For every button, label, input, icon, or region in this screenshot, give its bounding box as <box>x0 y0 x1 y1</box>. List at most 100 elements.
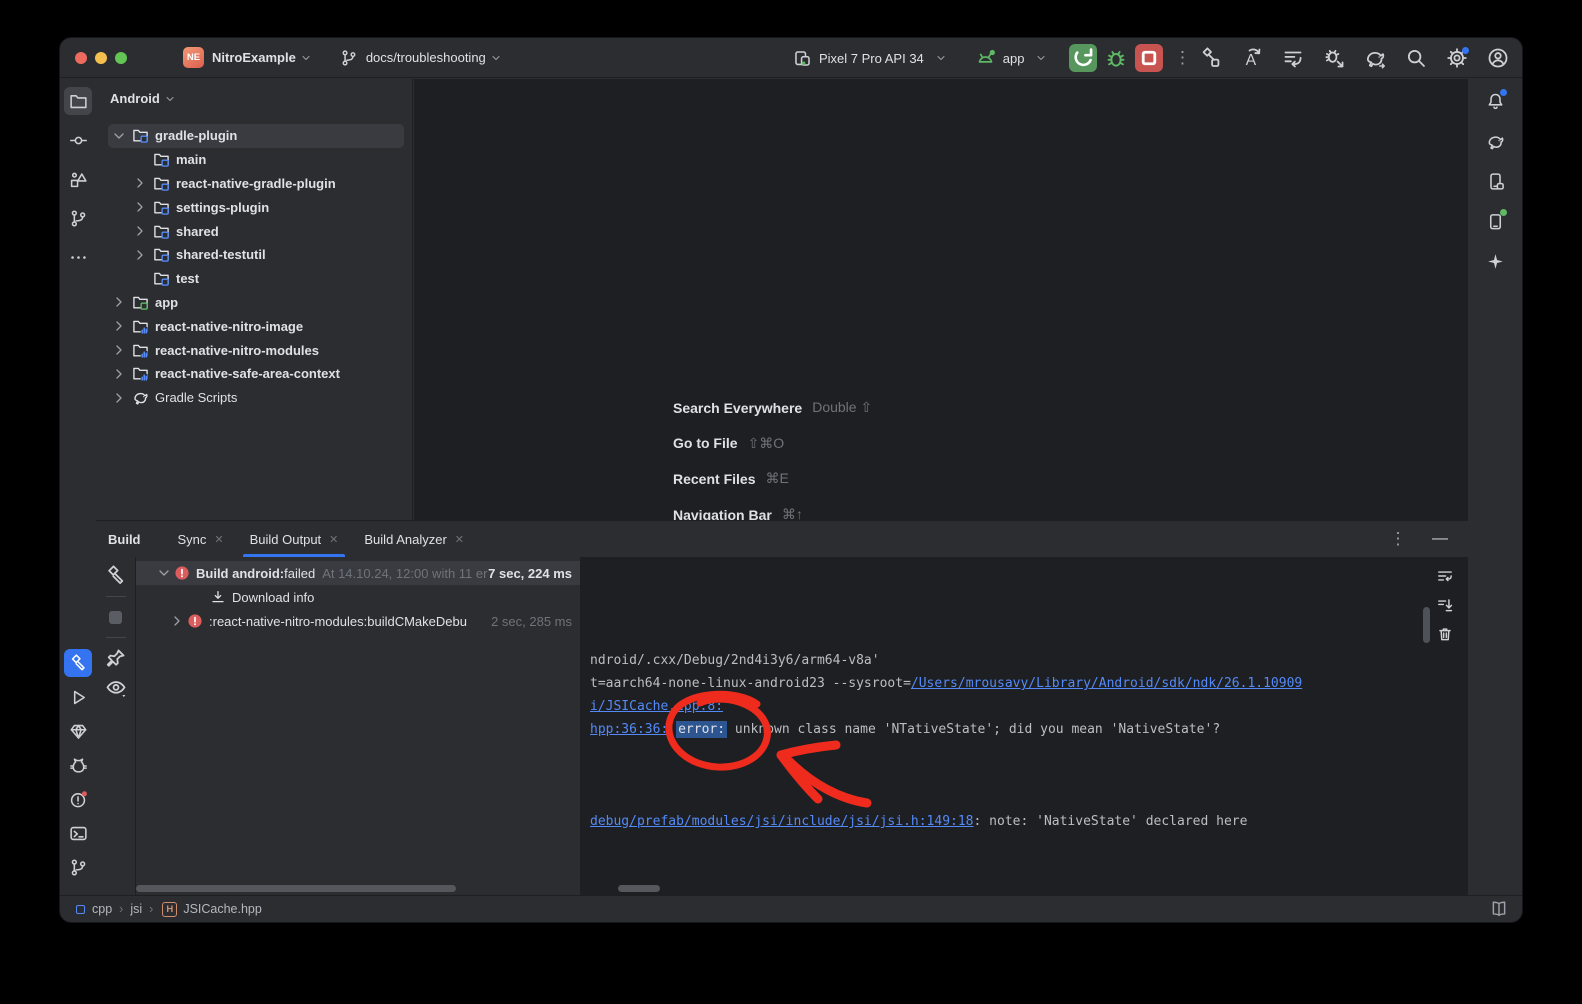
tree-item-main[interactable]: main <box>96 148 412 172</box>
chevron-right-icon[interactable] <box>132 175 148 191</box>
more-actions-icon[interactable]: ⋮ <box>1170 46 1194 70</box>
tool-stripe-pull-requests[interactable] <box>64 204 92 232</box>
chevron-right-icon[interactable] <box>132 223 148 239</box>
tool-stripe-running-devices[interactable] <box>1481 207 1509 235</box>
build-row-label: Download info <box>232 590 314 605</box>
module-icon <box>153 246 170 263</box>
console-link[interactable]: i/JSICache.cpp:8: <box>590 699 723 714</box>
console-text: t=aarch64-none-linux-android23 --sysroot… <box>590 676 911 691</box>
tool-stripe-notifications[interactable] <box>1481 87 1509 115</box>
module-icon <box>132 127 149 144</box>
search-everywhere-button[interactable] <box>1404 46 1428 70</box>
tool-stripe-structure[interactable] <box>64 165 92 193</box>
tree-item-react-native-gradle-plugin[interactable]: react-native-gradle-plugin <box>96 172 412 196</box>
rename-refactor-button[interactable]: A <box>1240 46 1264 70</box>
minimize-window-button[interactable] <box>95 52 107 64</box>
restore-list-button[interactable] <box>1281 46 1305 70</box>
console-link[interactable]: /Users/mrousavy/Library/Android/sdk/ndk/… <box>911 676 1302 691</box>
tree-item-app[interactable]: app <box>96 291 412 315</box>
tool-stripe-problems[interactable] <box>64 785 92 813</box>
chevron-right-icon[interactable] <box>132 199 148 215</box>
tool-stripe-more-tools[interactable] <box>64 243 92 271</box>
tree-item-gradle-scripts[interactable]: Gradle Scripts <box>96 386 412 410</box>
debug-button[interactable] <box>1104 46 1128 70</box>
module-icon <box>153 199 170 216</box>
build-button[interactable] <box>1199 46 1223 70</box>
tree-item-react-native-nitro-image[interactable]: react-native-nitro-image <box>96 314 412 338</box>
tool-stripe-gradle[interactable] <box>1481 127 1509 155</box>
breadcrumb-item[interactable]: jsi <box>130 902 142 916</box>
pin-tab-icon[interactable] <box>105 647 127 669</box>
settings-button[interactable] <box>1445 46 1469 70</box>
console-link[interactable]: debug/prefab/modules/jsi/include/jsi/jsi… <box>590 814 974 829</box>
chevron-right-icon[interactable] <box>111 366 127 382</box>
close-tab-icon[interactable]: ✕ <box>455 533 464 546</box>
tree-item-react-native-nitro-modules[interactable]: react-native-nitro-modules <box>96 338 412 362</box>
close-tab-icon[interactable]: ✕ <box>329 533 338 546</box>
scroll-to-end-icon[interactable] <box>1436 596 1454 614</box>
tool-stripe-run[interactable] <box>64 683 92 711</box>
stop-button[interactable] <box>1135 44 1163 72</box>
build-tree-row[interactable]: Download info <box>136 585 580 609</box>
tool-stripe-commit[interactable] <box>64 126 92 154</box>
hide-panel-icon[interactable]: — <box>1428 527 1452 551</box>
breadcrumb-file[interactable]: JSICache.hpp <box>183 902 262 916</box>
tab-build-analyzer[interactable]: Build Analyzer✕ <box>357 521 471 557</box>
tool-stripe-app-quality-insights[interactable] <box>64 717 92 745</box>
attach-debugger-button[interactable] <box>1322 46 1346 70</box>
view-options-icon[interactable] <box>105 676 127 698</box>
chevron-down-icon[interactable] <box>156 565 172 581</box>
vcs-branch-selector[interactable]: docs/troubleshooting <box>340 49 502 67</box>
horizontal-scrollbar[interactable] <box>618 885 660 892</box>
tree-item-test[interactable]: test <box>96 267 412 291</box>
vertical-scrollbar[interactable] <box>1423 607 1430 643</box>
rerun-button[interactable] <box>1069 44 1097 72</box>
build-tree-row[interactable]: :react-native-nitro-modules:buildCMakeDe… <box>136 609 580 633</box>
zoom-window-button[interactable] <box>115 52 127 64</box>
device-selector[interactable]: Pixel 7 Pro API 34 <box>819 51 924 66</box>
chevron-right-icon[interactable] <box>111 318 127 334</box>
run-configuration-selector[interactable]: app <box>1003 51 1025 66</box>
chevron-right-icon[interactable] <box>132 247 148 263</box>
shortcut-keys: ⌘E <box>765 470 788 487</box>
chevron-down-icon[interactable] <box>111 128 127 144</box>
chevron-right-icon[interactable] <box>169 613 185 629</box>
tool-stripe-project[interactable] <box>64 87 92 115</box>
horizontal-scrollbar[interactable] <box>136 885 456 892</box>
tree-item-settings-plugin[interactable]: settings-plugin <box>96 195 412 219</box>
panel-options-icon[interactable]: ⋮ <box>1386 527 1410 551</box>
console-link[interactable]: hpp:36:36: <box>590 722 668 737</box>
chevron-right-icon[interactable] <box>111 294 127 310</box>
tree-item-gradle-plugin[interactable]: gradle-plugin <box>96 124 412 148</box>
tree-item-shared[interactable]: shared <box>96 219 412 243</box>
tool-stripe-terminal[interactable] <box>64 819 92 847</box>
tree-item-shared-testutil[interactable]: shared-testutil <box>96 243 412 267</box>
project-view-selector[interactable]: Android <box>96 79 412 106</box>
profile-button[interactable] <box>1486 46 1510 70</box>
hammer-icon <box>69 654 88 673</box>
chevron-right-icon[interactable] <box>111 390 127 406</box>
tool-stripe-logcat[interactable] <box>64 751 92 779</box>
tree-item-react-native-safe-area-context[interactable]: react-native-safe-area-context <box>96 362 412 386</box>
module-icon <box>76 905 85 914</box>
clear-all-icon[interactable] <box>1436 625 1454 643</box>
tool-stripe-device-manager[interactable] <box>1481 167 1509 195</box>
tool-stripe-gemini[interactable] <box>1481 247 1509 275</box>
reader-mode-icon[interactable] <box>1490 900 1508 918</box>
soft-wrap-icon[interactable] <box>1436 567 1454 585</box>
module-app-icon <box>132 294 149 311</box>
close-window-button[interactable] <box>75 52 87 64</box>
stop-build-icon[interactable] <box>105 606 127 628</box>
rerun-build-icon[interactable] <box>105 565 127 587</box>
project-selector[interactable]: NitroExample <box>212 50 296 65</box>
tool-stripe-version-control[interactable] <box>64 853 92 881</box>
tab-label: Sync <box>178 532 207 547</box>
chevron-right-icon[interactable] <box>111 342 127 358</box>
breadcrumb-item[interactable]: cpp <box>92 902 112 916</box>
tab-build-output[interactable]: Build Output✕ <box>243 521 346 557</box>
build-tree-row[interactable]: Build android: failedAt 14.10.24, 12:00 … <box>136 561 580 585</box>
gradle-sync-button[interactable] <box>1363 46 1387 70</box>
tab-sync[interactable]: Sync ✕ <box>171 521 231 557</box>
tool-stripe-build[interactable] <box>64 649 92 677</box>
close-tab-icon[interactable]: ✕ <box>214 533 223 546</box>
